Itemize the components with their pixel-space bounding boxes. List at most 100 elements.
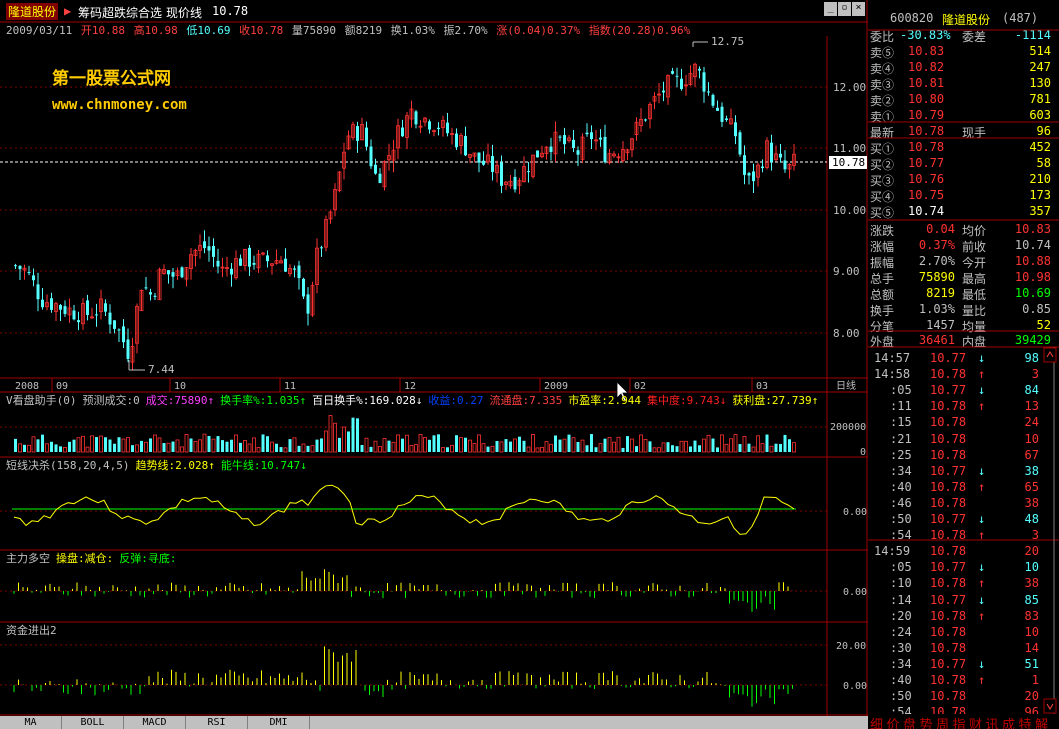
min-price-label: 7.44: [148, 363, 175, 376]
volume-bar: [360, 444, 364, 452]
volume-bar: [756, 435, 760, 453]
volume-bar: [256, 447, 261, 453]
candle-body: [711, 94, 715, 106]
tab-rsi[interactable]: RSI: [186, 716, 248, 729]
tab-ma[interactable]: MA: [0, 716, 62, 729]
panel1-item: 流通盘:7.335: [489, 393, 562, 407]
volume-bar: [409, 445, 414, 453]
volume-bar: [765, 434, 769, 452]
watermark-url: www.chnmoney.com: [52, 97, 187, 113]
volume-bar: [702, 438, 706, 453]
candle-body: [248, 247, 251, 267]
candle-body: [477, 152, 481, 163]
volume-bar: [211, 438, 216, 453]
candle-body: [563, 135, 566, 145]
volume-bar: [468, 439, 472, 453]
volume-bar: [554, 435, 557, 452]
volume-bar: [477, 434, 481, 453]
volume-bar: [216, 436, 220, 452]
volume-bar: [356, 418, 359, 452]
x-tick: 2008: [15, 381, 39, 392]
volume-bar: [509, 441, 512, 452]
volume-bar: [495, 440, 499, 452]
tab-boll[interactable]: BOLL: [62, 716, 124, 729]
candle-body: [590, 132, 593, 140]
panel2-title: 短线决杀(158,20,4,5): [6, 458, 129, 472]
candle-body: [365, 127, 368, 147]
candle-body: [761, 166, 764, 169]
candle-body: [779, 153, 782, 158]
volume-bar: [104, 437, 107, 452]
volume-bar: [679, 440, 684, 453]
current-price-label: 10.78: [832, 156, 865, 169]
candle-body: [401, 127, 404, 137]
candle-body: [180, 267, 184, 278]
tab-macd[interactable]: MACD: [124, 716, 186, 729]
volume-bar: [742, 436, 747, 453]
volume-bar: [31, 436, 36, 453]
x-tick: 03: [756, 381, 768, 392]
quote-panel-lines: [868, 29, 1059, 714]
candle-body: [144, 287, 148, 289]
volume-bar: [157, 437, 162, 453]
max-price-label: 12.75: [711, 35, 744, 48]
volume-bar: [405, 434, 409, 453]
candle-body: [41, 299, 44, 308]
x-tick: 2009: [544, 381, 568, 392]
volume-bar: [698, 445, 701, 452]
candle-body: [302, 278, 305, 297]
volume-bar: [131, 445, 134, 452]
volume-bar: [310, 445, 315, 453]
candle-body: [428, 121, 431, 130]
volume-bar: [41, 434, 44, 452]
volume-bar: [180, 446, 184, 453]
candle-body: [671, 71, 674, 74]
panel1-item: 市盈率:2.944: [568, 393, 641, 407]
candle-body: [698, 68, 701, 71]
x-tick: 12: [404, 381, 416, 392]
candle-body: [446, 122, 449, 134]
volume-bar: [706, 434, 711, 453]
candle-body: [63, 306, 67, 314]
volume-bar: [342, 426, 346, 453]
period-label[interactable]: 日线: [836, 379, 856, 392]
volume-bar: [14, 438, 17, 452]
volume-bar: [275, 443, 278, 452]
candle-body: [374, 164, 377, 174]
volume-bar: [135, 444, 139, 453]
volume-bar: [239, 442, 242, 452]
volume-bar: [396, 434, 400, 453]
volume-bar: [328, 415, 333, 453]
price-tick: 10.00: [833, 204, 866, 217]
volume-bar: [472, 443, 477, 453]
volume-bar: [792, 442, 796, 453]
volume-bar: [464, 437, 467, 452]
candle-body: [599, 137, 602, 140]
panel1-title: V看盘助手(0): [6, 393, 77, 407]
volume-bar: [68, 441, 71, 452]
chart-canvas[interactable]: 12.00 11.00 10.00 9.00 8.00 10.78 第一股票公式…: [0, 0, 868, 716]
volume-tick: 200000: [830, 422, 866, 433]
volume-bar: [414, 444, 418, 453]
volume-bar: [643, 439, 648, 453]
volume-bar: [499, 441, 504, 453]
candle-body: [14, 265, 17, 267]
x-tick: 11: [284, 381, 296, 392]
panel3-tick: 0.00: [843, 587, 867, 598]
panel4-tick: 0.00: [843, 681, 867, 692]
volume-bar: [720, 434, 724, 453]
candle-body: [207, 246, 211, 251]
volume-bar: [689, 446, 692, 452]
candle-body: [203, 241, 206, 249]
volume-bar: [526, 446, 531, 453]
trend-line: [13, 484, 795, 535]
panel3-item: 操盘:减仓:: [56, 551, 113, 565]
volume-bar: [459, 437, 463, 453]
volume-bar: [36, 439, 40, 452]
volume-bar: [369, 446, 373, 452]
candle-body: [230, 268, 233, 275]
volume-bar: [85, 446, 90, 453]
tab-dmi[interactable]: DMI: [248, 716, 310, 729]
volume-bar: [279, 447, 283, 452]
panel1-item: 百日换手%:169.028↓: [312, 393, 422, 407]
